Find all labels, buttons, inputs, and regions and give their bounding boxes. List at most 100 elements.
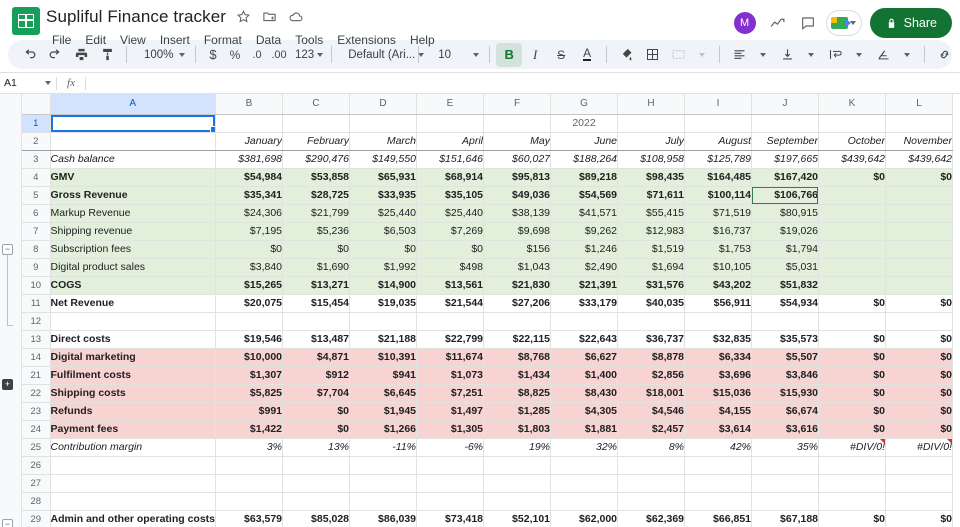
cell[interactable]: $11,674 <box>416 348 485 367</box>
undo-icon[interactable] <box>16 43 42 67</box>
table-row[interactable]: 21 Fulfilment costs $1,307 $912 $941 $1,073 $1… <box>22 366 954 385</box>
column-header-B[interactable]: B <box>215 94 284 115</box>
cell[interactable] <box>818 204 887 223</box>
cell[interactable]: $100,114 <box>684 186 753 205</box>
text-wrap-dropdown-icon[interactable] <box>848 43 870 67</box>
cell[interactable]: $1,694 <box>617 258 686 277</box>
cell[interactable] <box>885 276 954 295</box>
cell[interactable]: $56,911 <box>684 294 753 313</box>
zoom-selector[interactable]: 100% <box>133 43 189 67</box>
row-header-7[interactable]: 7 <box>22 222 51 241</box>
cell[interactable]: $106,766 <box>751 186 820 205</box>
cell[interactable]: $86,039 <box>349 510 418 527</box>
cell[interactable]: $1,434 <box>483 366 552 385</box>
cell[interactable] <box>215 456 284 475</box>
cell[interactable]: $3,696 <box>684 366 753 385</box>
cell[interactable]: $0 <box>818 402 887 421</box>
cell[interactable] <box>818 114 887 133</box>
cell[interactable]: June <box>550 132 619 151</box>
table-row[interactable]: 3 Cash balance $381,698 $290,476 $149,550 $15… <box>22 150 954 169</box>
table-row[interactable]: 14 Digital marketing $10,000 $4,871 $10,391 $… <box>22 348 954 367</box>
cell[interactable]: $439,642 <box>818 150 887 169</box>
row-header-11[interactable]: 11 <box>22 294 51 313</box>
cell[interactable]: $0 <box>818 330 887 349</box>
cell[interactable]: $0 <box>818 510 887 527</box>
cell[interactable]: $4,155 <box>684 402 753 421</box>
row-label-28[interactable] <box>50 492 217 511</box>
table-row[interactable]: 1 2022 <box>22 114 954 133</box>
strikethrough-button[interactable]: S <box>548 43 574 67</box>
cell[interactable]: $3,616 <box>751 420 820 439</box>
cell[interactable] <box>885 258 954 277</box>
row-label-5[interactable]: Gross Revenue <box>50 186 217 205</box>
cell[interactable] <box>282 114 351 133</box>
table-row[interactable]: 12 <box>22 312 954 331</box>
merge-dropdown-icon[interactable] <box>691 43 713 67</box>
row-header-28[interactable]: 28 <box>22 492 51 511</box>
cell[interactable]: $19,035 <box>349 294 418 313</box>
row-label-29[interactable]: Admin and other operating costs <box>50 510 217 527</box>
cell[interactable]: $7,704 <box>282 384 351 403</box>
cell[interactable]: $49,036 <box>483 186 552 205</box>
cell[interactable]: $0 <box>349 240 418 259</box>
row-label-6[interactable]: Markup Revenue <box>50 204 217 223</box>
cell[interactable]: $912 <box>282 366 351 385</box>
cell[interactable]: $197,665 <box>751 150 820 169</box>
cell[interactable] <box>282 312 351 331</box>
horizontal-align-icon[interactable] <box>726 43 752 67</box>
row-label-23[interactable]: Refunds <box>50 402 217 421</box>
cell[interactable]: $98,435 <box>617 168 686 187</box>
cell[interactable]: $439,642 <box>885 150 954 169</box>
outline-collapse-button-admin[interactable]: − <box>2 519 13 527</box>
horizontal-align-dropdown-icon[interactable] <box>752 43 774 67</box>
cell[interactable]: $149,550 <box>349 150 418 169</box>
cell[interactable]: $8,430 <box>550 384 619 403</box>
cell[interactable] <box>751 492 820 511</box>
row-header-29[interactable]: 29 <box>22 510 51 527</box>
row-label-12[interactable] <box>50 312 217 331</box>
cell[interactable]: October <box>818 132 887 151</box>
cell[interactable] <box>818 492 887 511</box>
cell[interactable]: $21,188 <box>349 330 418 349</box>
cell[interactable]: $9,262 <box>550 222 619 241</box>
cell[interactable]: $24,306 <box>215 204 284 223</box>
redo-icon[interactable] <box>42 43 68 67</box>
table-row[interactable]: 5 Gross Revenue $35,341 $28,725 $33,935 $35,1… <box>22 186 954 205</box>
column-header-G[interactable]: G <box>550 94 619 115</box>
cell[interactable] <box>550 312 619 331</box>
cell[interactable]: $2,457 <box>617 420 686 439</box>
cell[interactable]: $5,031 <box>751 258 820 277</box>
cell[interactable] <box>215 114 284 133</box>
cell[interactable] <box>885 474 954 493</box>
column-header-L[interactable]: L <box>885 94 954 115</box>
cell[interactable] <box>416 492 485 511</box>
cell[interactable]: $36,737 <box>617 330 686 349</box>
cell[interactable]: $0 <box>885 366 954 385</box>
row-label-4[interactable]: GMV <box>50 168 217 187</box>
cell[interactable]: $15,454 <box>282 294 351 313</box>
cell[interactable]: $22,643 <box>550 330 619 349</box>
row-label-11[interactable]: Net Revenue <box>50 294 217 313</box>
cell[interactable] <box>818 240 887 259</box>
cell[interactable]: $8,878 <box>617 348 686 367</box>
font-size-selector[interactable]: 10 <box>425 43 483 67</box>
row-label-21[interactable]: Fulfilment costs <box>50 366 217 385</box>
cell[interactable] <box>617 312 686 331</box>
cell[interactable]: $21,830 <box>483 276 552 295</box>
cell[interactable] <box>751 312 820 331</box>
column-header-A[interactable]: A <box>50 94 217 115</box>
cell[interactable]: $4,871 <box>282 348 351 367</box>
cell[interactable]: $35,341 <box>215 186 284 205</box>
cell[interactable]: $1,992 <box>349 258 418 277</box>
cell[interactable]: 42% <box>684 438 753 457</box>
cell[interactable]: #DIV/0! <box>818 438 887 457</box>
cell[interactable]: $52,101 <box>483 510 552 527</box>
merge-cells-icon[interactable] <box>665 43 691 67</box>
meet-button[interactable] <box>825 10 862 36</box>
cell[interactable]: $25,440 <box>416 204 485 223</box>
grid-table[interactable]: A B C D E F G H I J K L 1 2022 2 January Feb… <box>22 94 954 527</box>
cell[interactable]: $54,569 <box>550 186 619 205</box>
cell[interactable] <box>483 456 552 475</box>
cell[interactable]: $1,519 <box>617 240 686 259</box>
cell[interactable]: $32,835 <box>684 330 753 349</box>
